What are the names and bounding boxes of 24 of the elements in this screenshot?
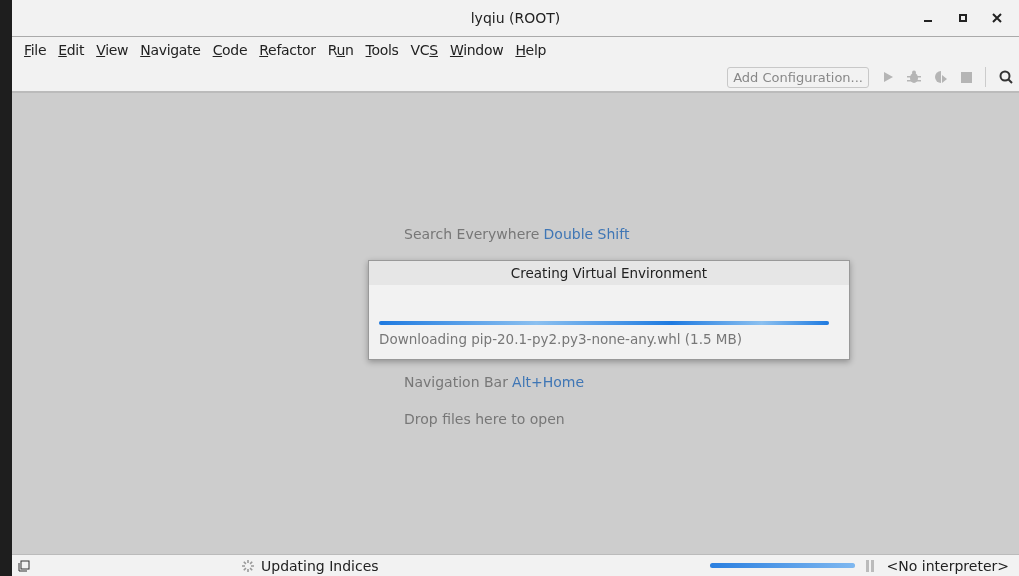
menu-item[interactable]: Navigate bbox=[134, 42, 207, 58]
menu-item[interactable]: Edit bbox=[52, 42, 91, 58]
interpreter-selector[interactable]: <No interpreter> bbox=[886, 557, 1009, 574]
menu-item[interactable]: VCS bbox=[404, 42, 444, 58]
spinner-icon bbox=[241, 558, 255, 573]
panel-icon[interactable] bbox=[18, 559, 30, 572]
menu-item[interactable]: Code bbox=[206, 42, 254, 58]
window-title: lyqiu (ROOT) bbox=[470, 10, 561, 26]
menu-item[interactable]: Run bbox=[321, 42, 360, 58]
menu-item[interactable]: Window bbox=[443, 42, 510, 58]
menu-item[interactable]: File bbox=[18, 42, 53, 58]
menu-item[interactable]: Refactor bbox=[253, 42, 322, 58]
menu-item[interactable]: View bbox=[90, 42, 135, 58]
progress-status: Downloading pip-20.1-py2.py3-none-any.whl (1.5 MB) bbox=[379, 331, 743, 347]
maximize-icon[interactable] bbox=[957, 12, 969, 24]
close-icon[interactable] bbox=[991, 12, 1003, 24]
menu-item[interactable]: Help bbox=[509, 42, 553, 58]
hint-text: Navigation Bar Alt+Home bbox=[404, 374, 586, 392]
search-icon[interactable] bbox=[999, 70, 1013, 84]
hint-text: Search Everywhere Double Shift bbox=[404, 226, 631, 244]
dialog-title: Creating Virtual Environment bbox=[510, 265, 708, 281]
hint-text: Drop files here to open bbox=[404, 411, 566, 429]
task-text: Updating Indices bbox=[261, 557, 379, 574]
menu-item[interactable]: Tools bbox=[359, 42, 405, 58]
